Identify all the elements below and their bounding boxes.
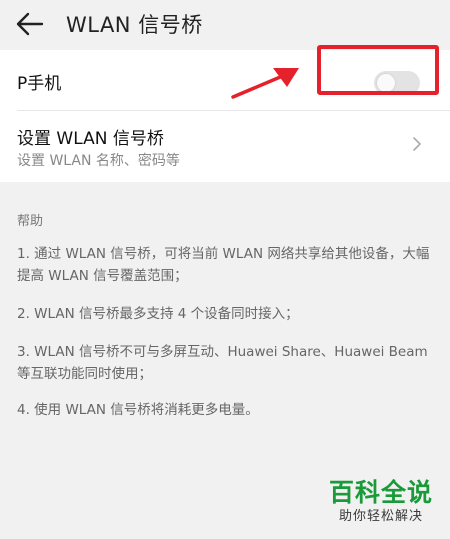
- help-item: 1. 通过 WLAN 信号桥，可将当前 WLAN 网络共享给其他设备，大幅提高 …: [17, 246, 430, 284]
- highlight-box: [317, 45, 439, 95]
- watermark-main: 百科全说: [328, 478, 433, 507]
- settings-title: 设置 WLAN 信号桥: [17, 129, 164, 149]
- arrow-left-icon: [16, 12, 44, 36]
- page-title: WLAN 信号桥: [66, 13, 203, 37]
- annotation-arrow: [231, 68, 299, 99]
- settings-subtitle: 设置 WLAN 名称、密码等: [17, 153, 180, 169]
- top-bar: WLAN 信号桥: [0, 0, 450, 50]
- watermark-sub: 助你轻松解决: [338, 509, 423, 524]
- help-item: 2. WLAN 信号桥最多支持 4 个设备同时接入；: [17, 306, 299, 322]
- phone-label: P手机: [17, 74, 62, 94]
- back-button[interactable]: [14, 10, 46, 38]
- chevron-right-icon: [413, 137, 421, 151]
- help-item: 3. WLAN 信号桥不可与多屏互动、Huawei Share、Huawei B…: [17, 344, 428, 382]
- help-title: 帮助: [17, 214, 44, 229]
- watermark: 百科全说 助你轻松解决: [322, 478, 440, 530]
- settings-row[interactable]: 设置 WLAN 信号桥 设置 WLAN 名称、密码等: [0, 111, 450, 181]
- help-item: 4. 使用 WLAN 信号桥将消耗更多电量。: [17, 402, 259, 418]
